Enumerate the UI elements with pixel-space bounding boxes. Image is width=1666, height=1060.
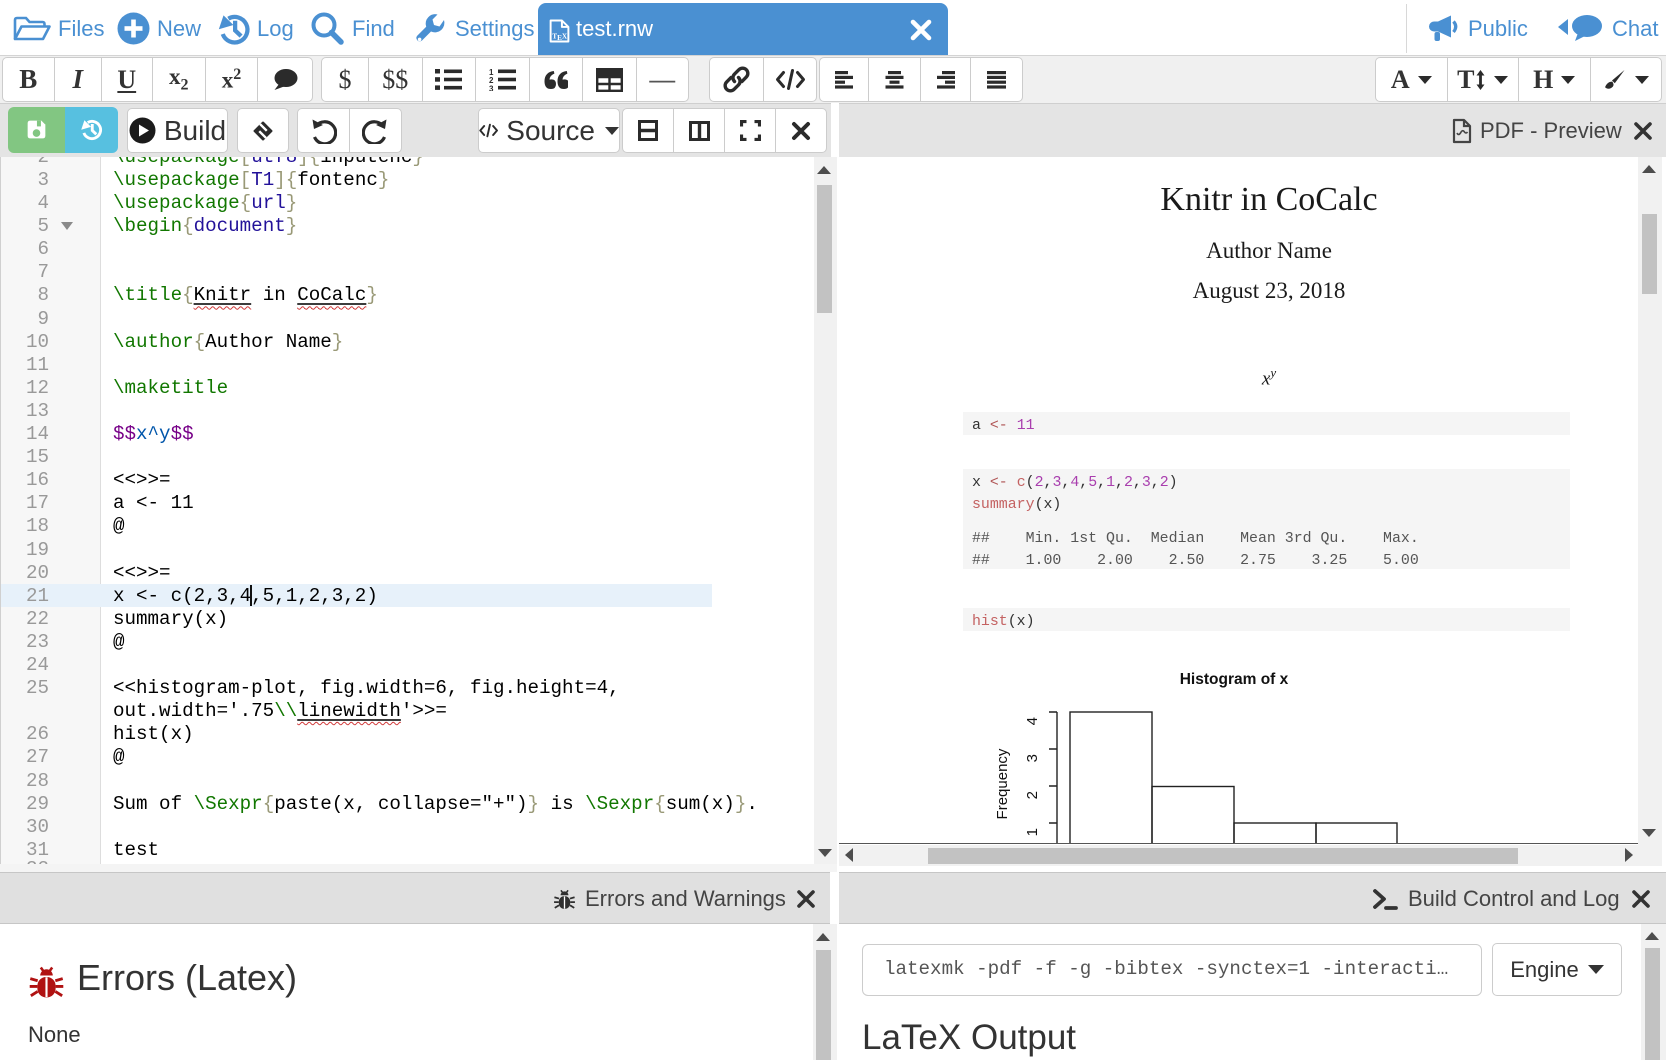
svg-text:2: 2	[1024, 791, 1041, 799]
svg-text:Histogram of x: Histogram of x	[1180, 671, 1289, 688]
svg-text:4: 4	[1024, 717, 1041, 725]
svg-text:TEX: TEX	[552, 32, 568, 42]
svg-text:3: 3	[489, 84, 494, 91]
svg-text:1: 1	[1024, 828, 1041, 836]
svg-text:3: 3	[1024, 754, 1041, 762]
svg-text:Frequency: Frequency	[994, 748, 1011, 819]
